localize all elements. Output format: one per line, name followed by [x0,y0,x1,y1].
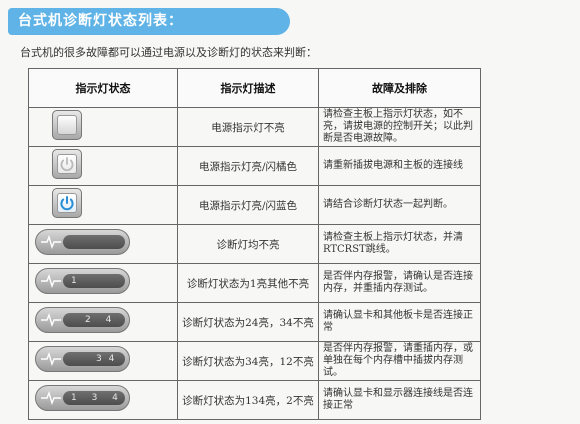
diagnostic-light-icon: 2 4 [35,307,130,333]
troubleshoot-cell: 请结合诊断灯状态一起判断。 [318,185,481,225]
table-row: 诊断灯均不亮 请检查主板上指示灯状态，并清RTCRST跳线。 [28,224,481,264]
troubleshoot-cell: 请确认显卡和显示器连接线是否连接正常 [318,380,481,420]
indicator-cell [28,224,178,264]
description-cell: 诊断灯状态为134亮，2不亮 [177,380,319,420]
table-row: 电源指示灯亮/闪蓝色 请结合诊断灯状态一起判断。 [28,185,481,225]
diagnostic-light-icon: 3 4 [35,346,130,372]
troubleshoot-cell: 是否伴内存报警，请确认是否连接内存，并重插内存测试。 [318,263,481,303]
power-light-off-icon [52,110,82,140]
description-cell: 诊断灯状态为24亮，34不亮 [177,302,319,342]
diagnostic-light-icon [35,229,130,255]
power-light-blue-icon [52,188,82,218]
indicator-cell: 2 4 [28,302,178,342]
status-table: 指示灯状态 指示灯描述 故障及排除 电源指示灯不亮 请检查主板上指示灯状态，如不… [28,68,481,420]
header-description: 指示灯描述 [177,68,319,108]
header-troubleshoot: 故障及排除 [318,68,481,108]
table-row: 1 3 4 诊断灯状态为134亮，2不亮 请确认显卡和显示器连接线是否连接正常 [28,380,481,420]
troubleshoot-cell: 请检查主板上指示灯状态，如不亮，请拔电源的控制开关；以此判断是否电源故障。 [318,107,481,147]
indicator-cell [28,107,178,147]
table-row: 1 诊断灯状态为1亮其他不亮 是否伴内存报警，请确认是否连接内存，并重插内存测试… [28,263,481,303]
diag-light-numbers: 2 4 [85,315,112,325]
indicator-cell: 1 3 4 [28,380,178,420]
table-row: 3 4 诊断灯状态为34亮，12不亮 是否伴内存报警，请重插内存，或单独在每个内… [28,341,481,381]
diag-light-numbers: 1 [71,276,77,286]
description-cell: 诊断灯均不亮 [177,224,319,264]
troubleshoot-cell: 请重新插拔电源和主板的连接线 [318,146,481,186]
indicator-cell: 3 4 [28,341,178,381]
table-row: 2 4 诊断灯状态为24亮，34不亮 请确认显卡和其他板卡是否连接正常 [28,302,481,342]
table-header-row: 指示灯状态 指示灯描述 故障及排除 [28,68,481,108]
page-title: 台式机诊断灯状态列表： [8,8,290,35]
indicator-cell [28,146,178,186]
diag-light-numbers: 1 3 4 [71,393,118,403]
power-light-orange-icon [52,149,82,179]
indicator-cell [28,185,178,225]
table-row: 电源指示灯不亮 请检查主板上指示灯状态，如不亮，请拔电源的控制开关；以此判断是否… [28,107,481,147]
indicator-cell: 1 [28,263,178,303]
diagnostic-light-icon: 1 3 4 [35,385,130,411]
description-cell: 电源指示灯不亮 [177,107,319,147]
description-cell: 电源指示灯亮/闪橘色 [177,146,319,186]
description-cell: 诊断灯状态为34亮，12不亮 [177,341,319,381]
troubleshoot-cell: 请确认显卡和其他板卡是否连接正常 [318,302,481,342]
troubleshoot-cell: 是否伴内存报警，请重插内存，或单独在每个内存槽中插拔内存测试。 [318,341,481,381]
description-cell: 诊断灯状态为1亮其他不亮 [177,263,319,303]
diagnostic-light-icon: 1 [35,268,130,294]
diag-light-numbers: 3 4 [96,354,115,364]
header-indicator: 指示灯状态 [28,68,178,108]
intro-text: 台式机的很多故障都可以通过电源以及诊断灯的状态来判断： [20,46,317,59]
troubleshoot-cell: 请检查主板上指示灯状态，并清RTCRST跳线。 [318,224,481,264]
table-row: 电源指示灯亮/闪橘色 请重新插拔电源和主板的连接线 [28,146,481,186]
description-cell: 电源指示灯亮/闪蓝色 [177,185,319,225]
